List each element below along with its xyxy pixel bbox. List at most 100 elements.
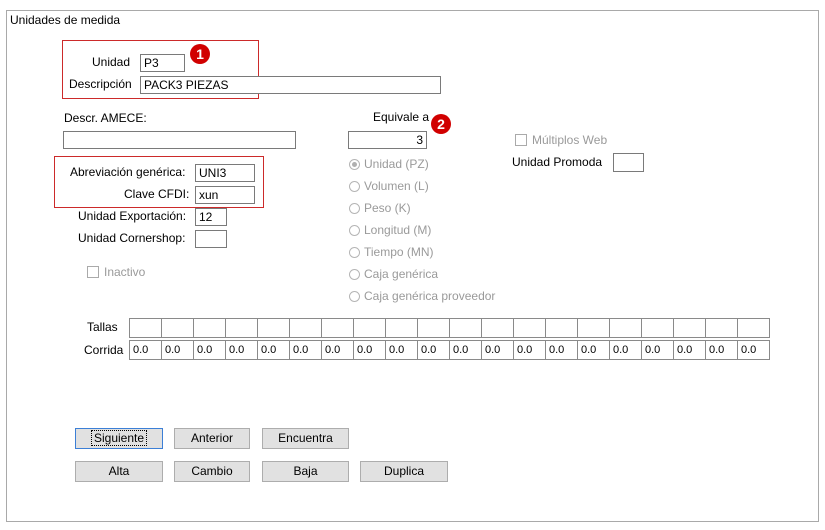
descr-amece-label: Descr. AMECE:: [64, 111, 147, 125]
tallas-cell[interactable]: [353, 318, 386, 338]
unidad-promoda-label: Unidad Promoda: [512, 155, 603, 169]
corrida-cell[interactable]: 0.0: [225, 340, 258, 360]
corrida-cell[interactable]: 0.0: [417, 340, 450, 360]
inactivo-checkbox-box[interactable]: [87, 266, 99, 278]
corrida-cell[interactable]: 0.0: [577, 340, 610, 360]
unidad-label: Unidad: [92, 55, 131, 69]
tallas-cell[interactable]: [577, 318, 610, 338]
corrida-cell[interactable]: 0.0: [449, 340, 482, 360]
radio-option[interactable]: Volumen (L): [349, 179, 429, 193]
tallas-cell[interactable]: [673, 318, 706, 338]
corrida-row: 0.0 0.0 0.0 0.0 0.0 0.0 0.0 0.0 0.0 0.0 0.0 0.0 0.0 0…: [129, 340, 770, 360]
tallas-cell[interactable]: [641, 318, 674, 338]
tallas-cell[interactable]: [225, 318, 258, 338]
radio-button[interactable]: [349, 246, 360, 258]
tallas-cell[interactable]: [513, 318, 546, 338]
abreviacion-label: Abreviación genérica:: [70, 165, 186, 179]
tallas-cell[interactable]: [193, 318, 226, 338]
radio-option[interactable]: Caja genérica: [349, 267, 438, 281]
unidad-promoda-input[interactable]: [613, 153, 644, 172]
corrida-cell[interactable]: 0.0: [737, 340, 770, 360]
radio-option-label: Caja genérica: [364, 267, 439, 281]
tallas-cell[interactable]: [289, 318, 322, 338]
radio-option[interactable]: Caja genérica proveedor: [349, 289, 495, 303]
siguiente-button[interactable]: Siguiente: [75, 428, 163, 449]
annotation-badge-2: 2: [431, 114, 451, 134]
radio-button[interactable]: [349, 224, 360, 236]
corrida-cell[interactable]: 0.0: [641, 340, 674, 360]
corrida-cell[interactable]: 0.0: [289, 340, 322, 360]
radio-option[interactable]: Longitud (M): [349, 223, 431, 237]
inactivo-checkbox[interactable]: Inactivo: [87, 265, 145, 279]
radio-option-label: Unidad (PZ): [364, 157, 429, 171]
tallas-cell[interactable]: [545, 318, 578, 338]
tallas-cell[interactable]: [737, 318, 770, 338]
baja-button[interactable]: Baja: [262, 461, 349, 482]
corrida-cell[interactable]: 0.0: [193, 340, 226, 360]
corrida-cell[interactable]: 0.0: [513, 340, 546, 360]
radio-option[interactable]: Unidad (PZ): [349, 157, 429, 171]
tallas-cell[interactable]: [321, 318, 354, 338]
inactivo-label: Inactivo: [104, 265, 146, 279]
corrida-cell[interactable]: 0.0: [161, 340, 194, 360]
unidad-cornershop-label: Unidad Cornershop:: [78, 231, 186, 245]
duplica-button[interactable]: Duplica: [360, 461, 448, 482]
corrida-cell[interactable]: 0.0: [545, 340, 578, 360]
siguiente-button-label: Siguiente: [90, 430, 148, 446]
radio-option-label: Peso (K): [364, 201, 411, 215]
radio-option-label: Volumen (L): [364, 179, 429, 193]
corrida-cell[interactable]: 0.0: [609, 340, 642, 360]
tallas-cell[interactable]: [705, 318, 738, 338]
radio-button[interactable]: [349, 180, 360, 192]
tallas-cell[interactable]: [481, 318, 514, 338]
tallas-cell[interactable]: [161, 318, 194, 338]
radio-option-label: Caja genérica proveedor: [364, 289, 496, 303]
radio-button[interactable]: [349, 202, 360, 214]
tallas-cell[interactable]: [257, 318, 290, 338]
multiplos-web-checkbox-box[interactable]: [515, 134, 527, 146]
tallas-label: Tallas: [87, 320, 118, 334]
window-title: Unidades de medida: [10, 13, 121, 27]
abreviacion-input[interactable]: UNI3: [195, 164, 255, 182]
descripcion-label: Descripción: [69, 77, 132, 91]
corrida-cell[interactable]: 0.0: [705, 340, 738, 360]
tallas-cell[interactable]: [609, 318, 642, 338]
radio-button[interactable]: [349, 268, 360, 280]
corrida-cell[interactable]: 0.0: [673, 340, 706, 360]
radio-button[interactable]: [349, 290, 360, 302]
radio-option-label: Tiempo (MN): [364, 245, 434, 259]
clave-cfdi-input[interactable]: xun: [195, 186, 255, 204]
multiplos-web-checkbox[interactable]: Múltiplos Web: [515, 133, 607, 147]
corrida-label: Corrida: [84, 343, 124, 357]
corrida-cell[interactable]: 0.0: [385, 340, 418, 360]
equivale-input[interactable]: 3: [348, 131, 427, 149]
unidad-exportacion-input[interactable]: 12: [195, 208, 227, 226]
unidad-input[interactable]: P3: [140, 54, 185, 72]
radio-option-label: Longitud (M): [364, 223, 432, 237]
clave-cfdi-label: Clave CFDI:: [124, 187, 190, 201]
encuentra-button[interactable]: Encuentra: [262, 428, 349, 449]
equivale-label: Equivale a: [373, 110, 430, 124]
radio-button[interactable]: [349, 158, 360, 170]
tallas-cell[interactable]: [129, 318, 162, 338]
tallas-cell[interactable]: [385, 318, 418, 338]
alta-button[interactable]: Alta: [75, 461, 163, 482]
corrida-cell[interactable]: 0.0: [257, 340, 290, 360]
anterior-button[interactable]: Anterior: [174, 428, 250, 449]
tallas-cell[interactable]: [449, 318, 482, 338]
corrida-cell[interactable]: 0.0: [129, 340, 162, 360]
corrida-cell[interactable]: 0.0: [353, 340, 386, 360]
corrida-cell[interactable]: 0.0: [321, 340, 354, 360]
unidad-cornershop-input[interactable]: [195, 230, 227, 248]
descr-amece-input[interactable]: [63, 131, 296, 149]
multiplos-web-label: Múltiplos Web: [532, 133, 608, 147]
tallas-row: [129, 318, 770, 338]
cambio-button[interactable]: Cambio: [174, 461, 250, 482]
radio-option[interactable]: Tiempo (MN): [349, 245, 434, 259]
unidad-exportacion-label: Unidad Exportación:: [78, 209, 187, 223]
descripcion-input[interactable]: PACK3 PIEZAS: [140, 76, 441, 94]
radio-option[interactable]: Peso (K): [349, 201, 411, 215]
corrida-cell[interactable]: 0.0: [481, 340, 514, 360]
annotation-badge-1: 1: [190, 44, 210, 64]
tallas-cell[interactable]: [417, 318, 450, 338]
